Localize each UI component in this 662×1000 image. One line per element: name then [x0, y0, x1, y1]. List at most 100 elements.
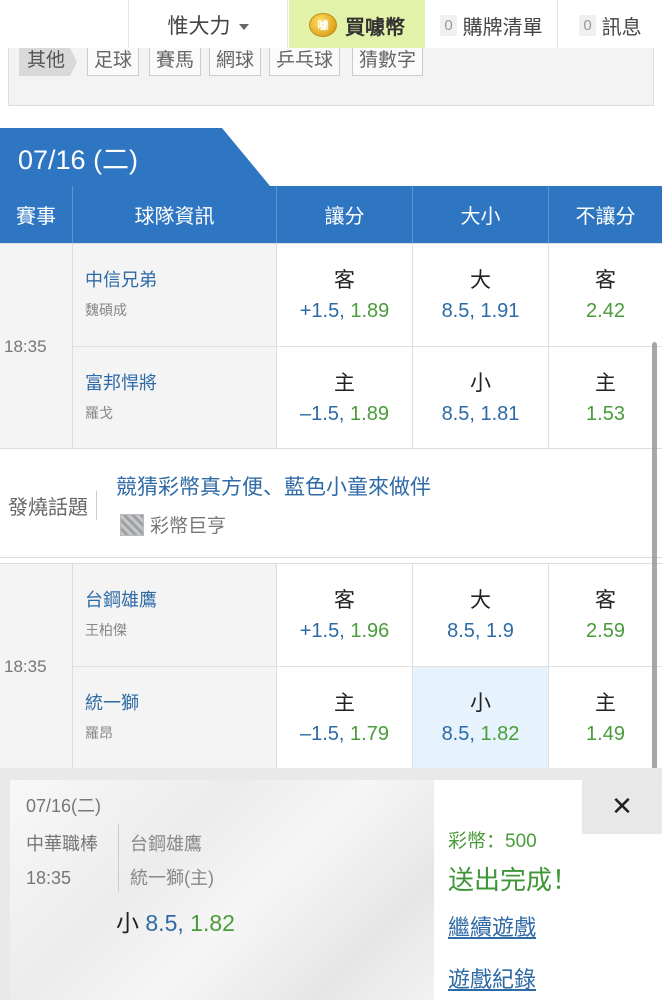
match-time: 18:35: [0, 244, 73, 449]
messages-button[interactable]: 0 訊息: [559, 0, 662, 50]
category-tennis[interactable]: 網球: [209, 48, 262, 76]
spread-bet-away[interactable]: 客 +1.5, 1.89: [277, 244, 413, 346]
game-history-link[interactable]: 遊戲紀錄: [448, 962, 536, 994]
bet-odds: +1.5, 1.89: [299, 300, 390, 322]
category-number-guess[interactable]: 猜數字: [352, 48, 424, 76]
bet-side: 客: [334, 269, 355, 292]
top-nav-bar: 惟大力 噱 買噱幣 0 購牌清單 0 訊息: [0, 0, 662, 50]
bet-odds: –1.5, 1.79: [300, 723, 389, 745]
hot-topic-title[interactable]: 競猜彩幣真方便、藍色小童來做伴: [116, 471, 431, 501]
slip-date: 07/16(二): [26, 796, 102, 816]
total-bet-over[interactable]: 大 8.5, 1.9: [413, 564, 549, 666]
bet-odds: 8.5, 1.81: [441, 403, 520, 425]
team-home-cell: 統一獅 羅昂: [73, 667, 277, 769]
bet-slip-panel: ✕ 07/16(二) 中華職棒 18:35 台鋼雄鷹 統一獅(主) 小 8.5,…: [0, 768, 662, 1000]
date-tab: 07/16 (二): [0, 128, 270, 186]
bet-odds: 2.42: [586, 300, 625, 322]
team-away-cell: 台鋼雄鷹 王柏傑: [73, 564, 277, 666]
match-row: 18:35 中信兄弟 魏碩成 客 +1.5, 1.89 大 8.5, 1.91 …: [0, 243, 662, 449]
bet-odds: 1.49: [586, 723, 625, 745]
slip-league: 中華職棒: [26, 834, 98, 854]
bet-side: 客: [595, 589, 616, 612]
bet-side: 主: [595, 692, 616, 715]
category-horse-racing[interactable]: 賽馬: [149, 48, 202, 76]
bet-odds: 1.53: [586, 403, 625, 425]
column-header-spread: 讓分: [277, 186, 413, 243]
bet-odds: 2.59: [586, 620, 625, 642]
slip-time: 18:35: [26, 868, 72, 888]
pitcher-name: 魏碩成: [85, 302, 127, 318]
total-bet-over[interactable]: 大 8.5, 1.91: [413, 244, 549, 346]
hot-topic-label: 發燒話題: [8, 491, 97, 520]
coin-icon: 噱: [309, 13, 337, 37]
team-name: 台鋼雄鷹: [85, 590, 157, 610]
category-other[interactable]: 其他: [19, 48, 78, 76]
total-bet-under-selected[interactable]: 小 8.5, 1.82: [413, 667, 549, 769]
bet-odds: 8.5, 1.82: [441, 723, 520, 745]
slip-team-a: 台鋼雄鷹: [130, 834, 202, 854]
bet-side: 客: [595, 269, 616, 292]
pitcher-name: 羅昂: [85, 725, 113, 741]
scrollbar[interactable]: [652, 342, 657, 792]
spread-bet-home[interactable]: 主 –1.5, 1.89: [277, 347, 413, 449]
bet-side: 主: [334, 692, 355, 715]
buy-coins-button[interactable]: 噱 買噱幣: [289, 0, 425, 50]
bet-side: 小: [470, 372, 491, 395]
team-away-cell: 中信兄弟 魏碩成: [73, 244, 277, 346]
bet-odds: 8.5, 1.91: [441, 300, 520, 322]
slip-coins: 彩幣：500: [448, 831, 537, 852]
bet-slip-side-pad: [582, 834, 662, 1000]
column-header-moneyline: 不讓分: [549, 186, 662, 243]
team-name: 統一獅: [85, 693, 139, 713]
moneyline-bet-home[interactable]: 主 1.49: [549, 667, 662, 769]
bet-odds: 8.5, 1.9: [447, 620, 514, 642]
column-header-team-info: 球隊資訊: [73, 186, 277, 243]
category-table-tennis[interactable]: 乒乓球: [269, 48, 341, 76]
pitcher-name: 王柏傑: [85, 622, 127, 638]
messages-label: 訊息: [601, 16, 642, 39]
sport-category-strip: 其他 足球 賽馬 網球 乒乓球 猜數字: [8, 48, 654, 106]
bet-cart-button[interactable]: 0 購牌清單: [426, 0, 558, 50]
hot-topic-banner[interactable]: 發燒話題 競猜彩幣真方便、藍色小童來做伴 彩幣巨亨: [0, 448, 662, 558]
chevron-down-icon: [238, 23, 249, 30]
bet-side: 大: [470, 269, 491, 292]
buy-coins-label: 買噱幣: [345, 16, 405, 39]
cart-count-badge: 0: [440, 14, 457, 36]
user-menu[interactable]: 惟大力: [128, 0, 288, 50]
team-home-cell: 富邦悍將 羅戈: [73, 347, 277, 449]
bet-side: 客: [334, 589, 355, 612]
date-label: 07/16 (二): [18, 145, 139, 175]
spread-bet-home[interactable]: 主 –1.5, 1.79: [277, 667, 413, 769]
slip-success-message: 送出完成！: [448, 865, 579, 895]
divider: [118, 824, 119, 892]
bet-side: 大: [470, 589, 491, 612]
column-header-event: 賽事: [0, 186, 73, 243]
close-icon[interactable]: ✕: [582, 778, 662, 834]
team-name: 中信兄弟: [85, 270, 157, 290]
team-name: 富邦悍將: [85, 373, 157, 393]
cart-label: 購牌清單: [462, 16, 543, 39]
moneyline-bet-home[interactable]: 主 1.53: [549, 347, 662, 449]
message-count-badge: 0: [579, 14, 596, 36]
match-row: 18:35 台鋼雄鷹 王柏傑 客 +1.5, 1.96 大 8.5, 1.9 客…: [0, 563, 662, 769]
bet-odds: –1.5, 1.89: [300, 403, 389, 425]
moneyline-bet-away[interactable]: 客 2.59: [549, 564, 662, 666]
column-header-total: 大小: [413, 186, 549, 243]
slip-pick: 小 8.5, 1.82: [116, 910, 235, 936]
spread-bet-away[interactable]: 客 +1.5, 1.96: [277, 564, 413, 666]
moneyline-bet-away[interactable]: 客 2.42: [549, 244, 662, 346]
continue-game-link[interactable]: 繼續遊戲: [448, 910, 536, 942]
total-bet-under[interactable]: 小 8.5, 1.81: [413, 347, 549, 449]
category-football[interactable]: 足球: [87, 48, 140, 76]
bet-odds: +1.5, 1.96: [299, 620, 390, 642]
avatar: [120, 513, 144, 536]
pitcher-name: 羅戈: [85, 405, 113, 421]
hot-topic-author: 彩幣巨亨: [120, 511, 226, 538]
bet-side: 小: [470, 692, 491, 715]
bet-side: 主: [595, 372, 616, 395]
author-name: 彩幣巨亨: [150, 516, 227, 537]
slip-team-b: 統一獅(主): [130, 868, 214, 888]
bet-side: 主: [334, 372, 355, 395]
match-time: 18:35: [0, 564, 73, 769]
user-name: 惟大力: [167, 15, 231, 38]
